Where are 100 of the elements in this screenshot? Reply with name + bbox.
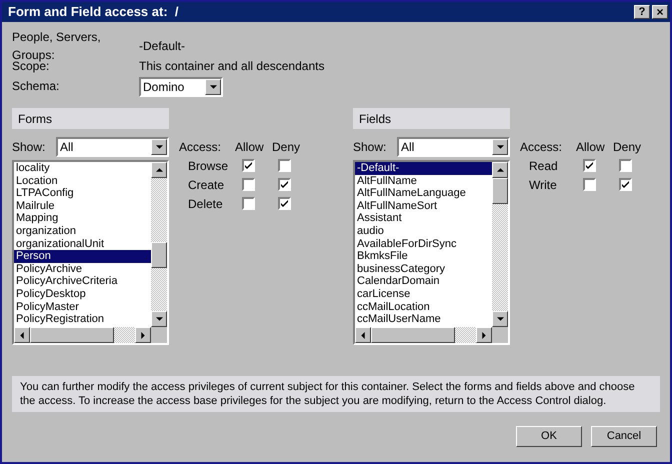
checkbox[interactable] (242, 159, 255, 172)
allow-label: Allow (235, 139, 265, 156)
scroll-button[interactable] (492, 311, 508, 327)
deny-label: Deny (272, 139, 300, 156)
show-label: Show: (353, 139, 388, 156)
scroll-thumb[interactable] (30, 327, 114, 343)
checkbox[interactable] (583, 178, 596, 191)
scroll-button[interactable] (492, 162, 508, 178)
show-label: Show: (12, 139, 46, 156)
field-label: People, Servers, Groups: (12, 29, 102, 62)
list-item[interactable]: locality (14, 162, 151, 175)
checkbox[interactable] (619, 178, 632, 191)
field-value: -Default- (139, 38, 186, 55)
scroll-button[interactable] (355, 327, 371, 343)
scroll-button[interactable] (135, 327, 151, 343)
caret-icon (156, 145, 162, 149)
checkbox[interactable] (278, 178, 291, 191)
arrow-right-icon (482, 332, 486, 338)
list-item[interactable]: Mailrule (14, 200, 151, 212)
arrow-right-icon (141, 332, 145, 338)
section-header: Fields (353, 108, 510, 129)
list-item[interactable]: CalendarDomain (355, 275, 492, 288)
schema-dropdown[interactable]: Domino (139, 77, 223, 97)
dropdown-button[interactable] (205, 79, 221, 95)
list-item[interactable]: Mapping (14, 212, 151, 225)
vertical-scrollbar[interactable] (492, 162, 508, 327)
checkbox[interactable] (242, 178, 255, 191)
window-title: Form and Field access at: / (8, 3, 180, 22)
dropdown-button[interactable] (151, 139, 167, 155)
scroll-button[interactable] (151, 311, 167, 327)
dropdown-button[interactable] (492, 139, 508, 155)
caret-icon (496, 145, 504, 149)
scroll-button[interactable] (476, 327, 492, 343)
item-list[interactable]: -Default- AltFullName AltFullNameLanguage AltFullNameSort Assistant audio AvailableForDirSync BkmksFile businessCategory CalendarDomain carLicense ccMailLocation ccMailUserName (353, 160, 510, 345)
list-item[interactable]: PolicyArchive (14, 262, 151, 276)
check-icon (245, 162, 252, 169)
arrow-left-icon (20, 332, 24, 338)
list-item[interactable]: ccMailUserName (355, 313, 492, 326)
field-value: This container and all descendants (139, 58, 324, 75)
arrow-down-icon (156, 317, 162, 321)
right-label: Browse (187, 158, 230, 174)
help-button[interactable]: ? (634, 5, 650, 19)
checkbox[interactable] (583, 159, 596, 172)
list-item[interactable]: -Default- (355, 162, 492, 175)
vertical-scrollbar[interactable] (151, 162, 167, 327)
arrow-up-icon (156, 168, 162, 172)
list-item[interactable]: PolicyArchiveCriteria (14, 275, 151, 288)
list-item[interactable]: PolicyRegistration (14, 313, 151, 326)
list-item[interactable]: LTPAConfig (14, 187, 151, 200)
list-item[interactable]: AvailableForDirSync (355, 238, 492, 250)
check-icon (281, 181, 288, 188)
list-item[interactable]: AltFullName (355, 174, 492, 188)
list-item[interactable]: PolicyDesktop (14, 288, 151, 301)
scroll-thumb[interactable] (371, 327, 455, 343)
allow-label: Allow (576, 139, 606, 156)
item-list[interactable]: locality Location LTPAConfig Mailrule Mapping organization organizationalUnit Person PolicyArchive PolicyArchiveCriteria PolicyDesktop PolicyMaster PolicyRegistration (12, 160, 169, 345)
list-item[interactable]: PolicyMaster (14, 300, 151, 314)
list-item[interactable]: BkmksFile (355, 250, 492, 263)
list-item[interactable]: organizationalUnit (14, 238, 151, 250)
scrollbar-corner (492, 327, 508, 343)
list-item[interactable]: Location (14, 174, 151, 188)
deny-label: Deny (613, 139, 642, 156)
dialog-button[interactable]: OK (516, 426, 582, 447)
list-item[interactable]: Assistant (355, 212, 492, 225)
show-dropdown[interactable]: All (397, 137, 510, 157)
horizontal-scrollbar[interactable] (14, 327, 151, 343)
arrow-left-icon (361, 332, 365, 338)
access-label: Access: (179, 139, 222, 156)
show-dropdown[interactable]: All (56, 137, 169, 157)
arrow-up-icon (496, 168, 504, 172)
check-icon (586, 162, 593, 169)
list-item[interactable]: AltFullNameSort (355, 200, 492, 212)
dialog-button[interactable]: Cancel (591, 426, 657, 447)
check-icon (281, 200, 288, 207)
field-label: Scope: (12, 59, 50, 75)
checkbox[interactable] (278, 159, 291, 172)
list-item[interactable]: AltFullNameLanguage (355, 187, 492, 200)
list-item[interactable]: businessCategory (355, 262, 492, 276)
list-item[interactable]: audio (355, 224, 492, 238)
right-label: Read (528, 158, 559, 174)
checkbox[interactable] (242, 197, 255, 210)
info-note: You can further modify the access privileges of current subject for this container. Select the forms and fields above and choose the access. To increase the access base privileges for the subject you are modifying, return to the Access Control dialog. (12, 376, 660, 412)
scroll-button[interactable] (14, 327, 30, 343)
checkbox[interactable] (619, 159, 632, 172)
list-item[interactable]: ccMailLocation (355, 300, 492, 314)
scroll-button[interactable] (151, 162, 167, 178)
scroll-thumb[interactable] (492, 178, 508, 204)
list-item[interactable]: Person (14, 250, 151, 263)
list-item[interactable]: organization (14, 224, 151, 238)
field-label: Schema: (12, 78, 60, 95)
right-label: Delete (187, 196, 224, 212)
right-label: Create (187, 176, 226, 194)
check-icon (622, 181, 629, 188)
horizontal-scrollbar[interactable] (355, 327, 492, 343)
arrow-down-icon (496, 317, 504, 321)
checkbox[interactable] (278, 197, 291, 210)
list-item[interactable]: carLicense (355, 288, 492, 301)
scroll-thumb[interactable] (151, 242, 167, 268)
close-button[interactable]: × (652, 5, 668, 19)
section-header: Forms (12, 108, 169, 129)
